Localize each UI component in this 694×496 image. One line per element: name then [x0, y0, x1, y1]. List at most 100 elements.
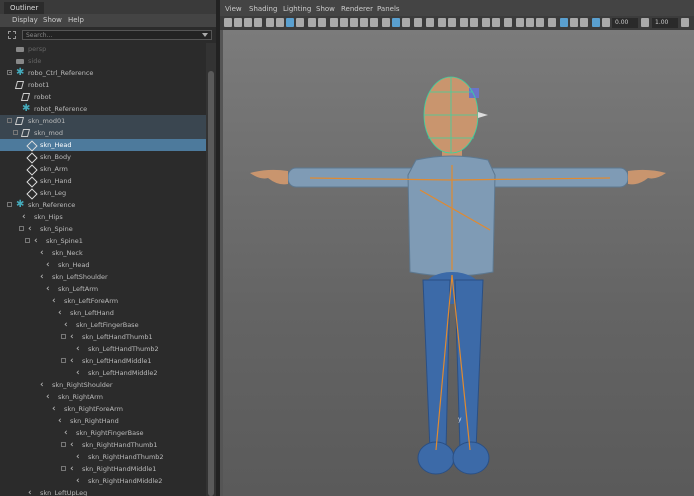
toolbar-icon-button[interactable] — [318, 18, 326, 27]
toolbar-icon-button[interactable] — [641, 18, 649, 27]
chevron-down-icon[interactable] — [202, 33, 208, 37]
toolbar-icon-button[interactable] — [276, 18, 284, 27]
expand-toggle[interactable] — [25, 238, 30, 243]
toolbar-icon-button[interactable] — [482, 18, 490, 27]
toolbar-icon-button[interactable] — [426, 18, 434, 27]
toolbar-icon-button[interactable] — [602, 18, 610, 27]
outliner-row[interactable]: ‹ skn_LeftArm — [0, 283, 206, 295]
outliner-row[interactable]: ‹ skn_Neck — [0, 247, 206, 259]
toolbar-icon-button[interactable] — [266, 18, 274, 27]
outliner-row[interactable]: ‹ skn_RightForeArm — [0, 403, 206, 415]
toolbar-icon-button[interactable] — [308, 18, 316, 27]
toolbar-icon-button[interactable] — [504, 18, 512, 27]
expand-toggle[interactable] — [61, 358, 66, 363]
toolbar-icon-button[interactable] — [370, 18, 378, 27]
outliner-row[interactable]: ‹ skn_LeftHandMiddle2 — [0, 367, 206, 379]
menu-show[interactable]: Show — [316, 5, 335, 13]
outliner-row[interactable]: ‹ skn_LeftUpLeg — [0, 487, 206, 496]
expand-toggle[interactable] — [7, 70, 12, 75]
menu-lighting[interactable]: Lighting — [283, 5, 311, 13]
outliner-row[interactable]: ✱ robo_Ctrl_Reference — [0, 67, 206, 79]
outliner-row[interactable]: skn_Arm — [0, 163, 206, 176]
toolbar-icon-button[interactable] — [492, 18, 500, 27]
outliner-row[interactable]: side — [0, 55, 206, 67]
toolbar-icon-button[interactable] — [350, 18, 358, 27]
toolbar-icon-button[interactable] — [340, 18, 348, 27]
outliner-tab[interactable]: Outliner — [4, 2, 45, 14]
outliner-row[interactable]: ‹ skn_LeftForeArm — [0, 295, 206, 307]
outliner-row[interactable]: ‹ skn_RightArm — [0, 391, 206, 403]
toolbar-icon-button[interactable] — [224, 18, 232, 27]
toolbar-icon-button[interactable] — [392, 18, 400, 27]
toolbar-icon-button[interactable] — [286, 18, 294, 27]
expand-toggle[interactable] — [61, 442, 66, 447]
expand-toggle[interactable] — [7, 118, 12, 123]
toolbar-icon-button[interactable] — [470, 18, 478, 27]
outliner-row[interactable]: ✱ robot_Reference — [0, 103, 206, 115]
toolbar-icon-button[interactable] — [592, 18, 600, 27]
outliner-row[interactable]: skn_Head — [0, 139, 206, 152]
expand-toggle[interactable] — [7, 202, 12, 207]
outliner-row[interactable]: ‹ skn_RightShoulder — [0, 379, 206, 391]
toolbar-icon-button[interactable] — [448, 18, 456, 27]
toolbar-icon-button[interactable] — [244, 18, 252, 27]
outliner-scrollbar[interactable] — [206, 43, 216, 496]
outliner-row[interactable]: ‹ skn_RightHandThumb1 — [0, 439, 206, 451]
outliner-row[interactable]: ‹ skn_LeftHandThumb1 — [0, 331, 206, 343]
outliner-row[interactable]: ‹ skn_LeftHandMiddle1 — [0, 355, 206, 367]
expand-toggle[interactable] — [19, 226, 24, 231]
scrollbar-thumb[interactable] — [208, 71, 214, 496]
character-model[interactable] — [220, 30, 694, 496]
outliner-row[interactable]: robot1 — [0, 79, 206, 91]
outliner-row[interactable]: persp — [0, 43, 206, 55]
toolbar-icon-button[interactable] — [460, 18, 468, 27]
outliner-row[interactable]: skn_Hand — [0, 175, 206, 188]
toolbar-icon-button[interactable] — [516, 18, 524, 27]
toolbar-icon-button[interactable] — [330, 18, 338, 27]
outliner-row[interactable]: ‹ skn_RightHandMiddle1 — [0, 463, 206, 475]
menu-renderer[interactable]: Renderer — [341, 5, 373, 13]
toolbar-icon-button[interactable] — [296, 18, 304, 27]
outliner-row[interactable]: ‹ skn_LeftHandThumb2 — [0, 343, 206, 355]
outliner-row[interactable]: skn_Body — [0, 151, 206, 164]
toolbar-icon-button[interactable] — [548, 18, 556, 27]
menu-panels[interactable]: Panels — [377, 5, 400, 13]
toolbar-icon-button[interactable] — [402, 18, 410, 27]
toolbar-icon-button[interactable] — [234, 18, 242, 27]
menu-shading[interactable]: Shading — [249, 5, 277, 13]
menu-display[interactable]: Display — [12, 16, 38, 24]
toolbar-icon-button[interactable] — [526, 18, 534, 27]
toolbar-icon-button[interactable] — [580, 18, 588, 27]
expand-toggle[interactable] — [61, 334, 66, 339]
outliner-row[interactable]: ‹ skn_Head — [0, 259, 206, 271]
toolbar-icon-button[interactable] — [560, 18, 568, 27]
outliner-row[interactable]: ‹ skn_LeftFingerBase — [0, 319, 206, 331]
outliner-row[interactable]: ‹ skn_LeftShoulder — [0, 271, 206, 283]
menu-show[interactable]: Show — [43, 16, 62, 24]
gamma-field[interactable]: 1.00 — [652, 18, 678, 28]
outliner-row[interactable]: ‹ skn_RightFingerBase — [0, 427, 206, 439]
outliner-row[interactable]: ‹ skn_RightHand — [0, 415, 206, 427]
outliner-row[interactable]: skn_mod01 — [0, 115, 206, 127]
outliner-row[interactable]: ‹ skn_Spine — [0, 223, 206, 235]
outliner-row[interactable]: ‹ skn_RightHandThumb2 — [0, 451, 206, 463]
search-input[interactable]: Search... — [22, 30, 212, 40]
outliner-row[interactable]: skn_Leg — [0, 187, 206, 200]
3d-viewport[interactable]: y — [220, 30, 694, 496]
toolbar-icon-button[interactable] — [536, 18, 544, 27]
menu-view[interactable]: View — [225, 5, 242, 13]
expand-toggle[interactable] — [13, 130, 18, 135]
toolbar-icon-button[interactable] — [382, 18, 390, 27]
filter-icon[interactable] — [8, 31, 16, 39]
menu-help[interactable]: Help — [68, 16, 84, 24]
outliner-row[interactable]: skn_mod — [0, 127, 206, 139]
toolbar-icon-button[interactable] — [681, 18, 689, 27]
toolbar-icon-button[interactable] — [254, 18, 262, 27]
outliner-row[interactable]: ‹ skn_Spine1 — [0, 235, 206, 247]
outliner-row[interactable]: ‹ skn_Hips — [0, 211, 206, 223]
toolbar-icon-button[interactable] — [414, 18, 422, 27]
toolbar-icon-button[interactable] — [570, 18, 578, 27]
expand-toggle[interactable] — [61, 466, 66, 471]
outliner-row[interactable]: ‹ skn_LeftHand — [0, 307, 206, 319]
outliner-row[interactable]: ‹ skn_RightHandMiddle2 — [0, 475, 206, 487]
